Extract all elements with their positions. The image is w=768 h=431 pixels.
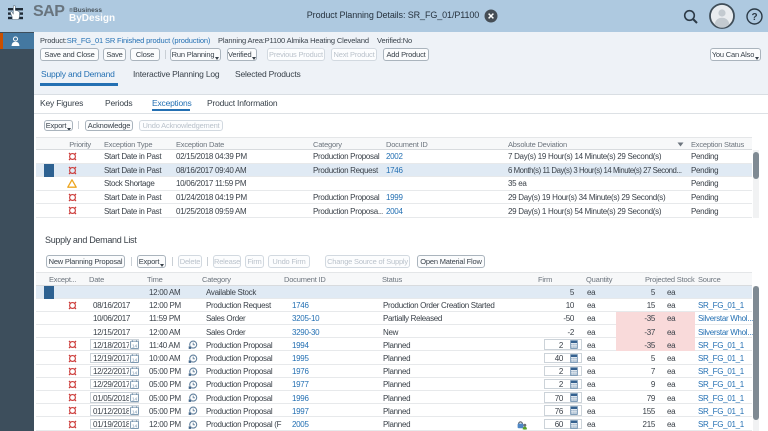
- svg-text:14: 14: [131, 410, 137, 416]
- svg-text:?: ?: [751, 12, 757, 23]
- svg-text:14: 14: [131, 344, 137, 350]
- svg-text:14: 14: [131, 396, 137, 402]
- svg-text:14: 14: [131, 370, 137, 376]
- svg-text:14: 14: [131, 357, 137, 363]
- svg-text:14: 14: [131, 423, 137, 429]
- svg-text:14: 14: [131, 383, 137, 389]
